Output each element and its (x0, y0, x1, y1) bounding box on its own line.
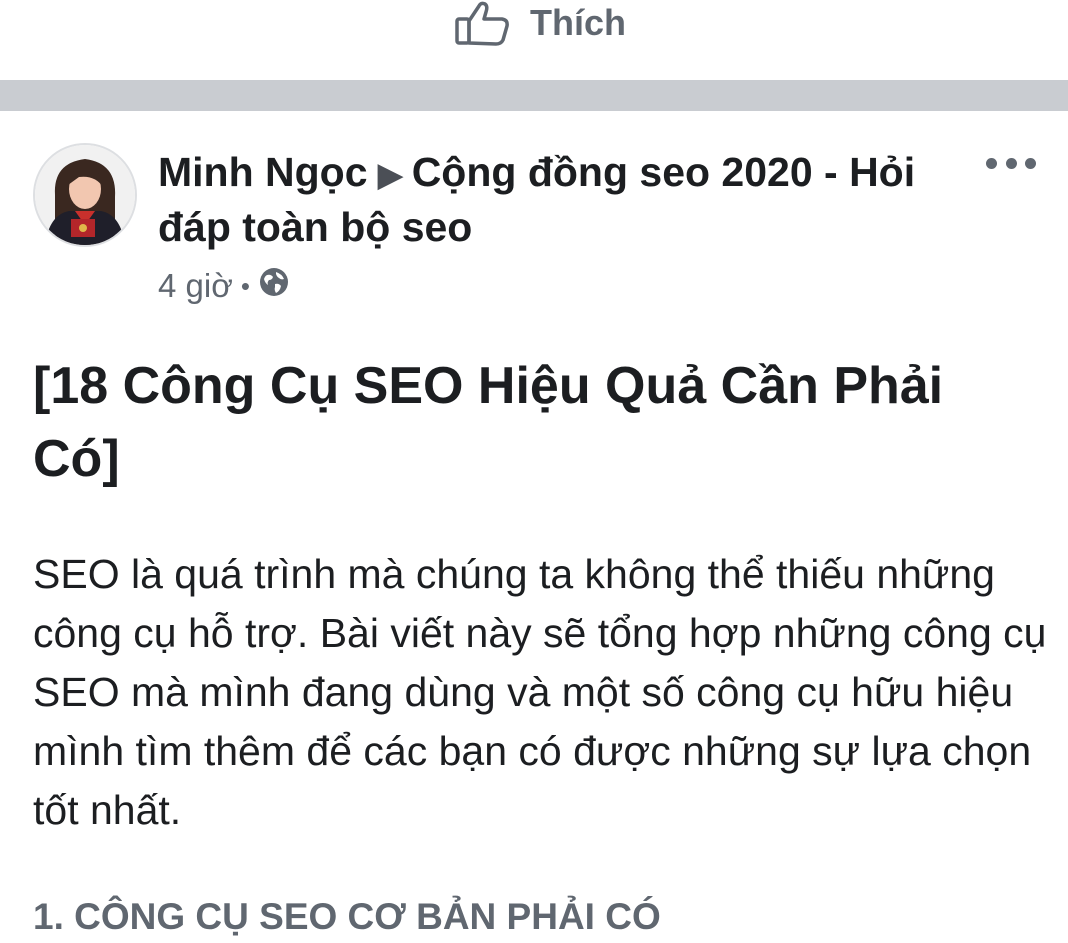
globe-icon (258, 266, 290, 306)
post-header: Minh Ngọc ▶ Cộng đồng seo 2020 - Hỏi đáp t… (158, 146, 948, 253)
avatar[interactable] (33, 143, 137, 247)
meta-dot: • (240, 270, 250, 301)
more-dot-icon (1005, 157, 1017, 169)
post-body: SEO là quá trình mà chúng ta không thể t… (33, 551, 1047, 833)
share-arrow-icon: ▶ (377, 156, 404, 194)
author-name[interactable]: Minh Ngọc (158, 149, 368, 195)
more-dot-icon (986, 157, 997, 169)
post-meta: 4 giờ • (158, 264, 290, 308)
post-time[interactable]: 4 giờ (158, 267, 233, 305)
post-title: [18 Công Cụ SEO Hiệu Quả Cần Phải Có] (33, 357, 944, 488)
like-bar: Thích (0, 0, 1068, 80)
section-heading: 1. CÔNG CỤ SEO CƠ BẢN PHẢI CÓ (33, 896, 661, 937)
more-options-button[interactable] (986, 148, 1036, 178)
like-label: Thích (530, 2, 626, 43)
feed-separator (0, 80, 1068, 111)
more-dot-icon (1025, 157, 1036, 169)
like-button[interactable]: Thích (454, 0, 626, 46)
thumbs-up-icon (454, 0, 512, 46)
